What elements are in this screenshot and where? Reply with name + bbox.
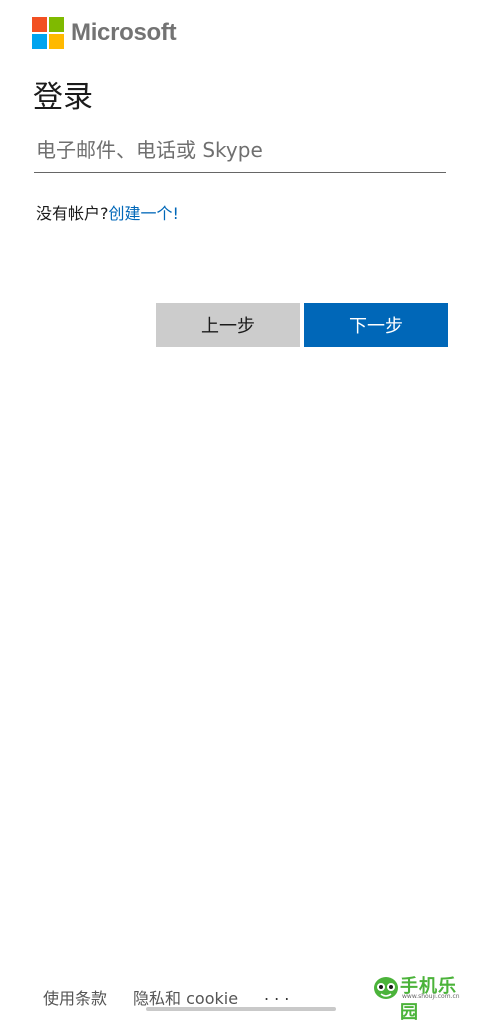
microsoft-logo: Microsoft xyxy=(32,17,177,49)
watermark-logo: 手机乐园 www.shouji.com.cn xyxy=(372,970,472,1023)
create-account-link[interactable]: 创建一个! xyxy=(109,204,179,223)
no-account-row: 没有帐户?创建一个! xyxy=(36,200,179,224)
watermark-site: www.shouji.com.cn xyxy=(402,993,460,1000)
email-field[interactable] xyxy=(34,130,450,170)
privacy-cookies-link[interactable]: 隐私和 cookie xyxy=(133,985,238,1009)
email-field-container xyxy=(34,130,450,173)
terms-of-use-link[interactable]: 使用条款 xyxy=(43,985,107,1009)
logo-square-red xyxy=(32,17,47,32)
logo-square-yellow xyxy=(49,34,64,49)
back-button[interactable]: 上一步 xyxy=(156,303,300,347)
next-button[interactable]: 下一步 xyxy=(304,303,448,347)
logo-square-green xyxy=(49,17,64,32)
brand-name: Microsoft xyxy=(71,19,177,46)
microsoft-logo-icon xyxy=(32,17,64,49)
page-title: 登录 xyxy=(33,80,93,115)
home-indicator xyxy=(146,1007,336,1011)
logo-square-blue xyxy=(32,34,47,49)
more-options-button[interactable]: ... xyxy=(264,985,294,1004)
footer: 使用条款 隐私和 cookie ... xyxy=(43,985,294,1009)
watermark-mascot-icon xyxy=(374,977,398,999)
no-account-prompt: 没有帐户? xyxy=(36,204,109,223)
